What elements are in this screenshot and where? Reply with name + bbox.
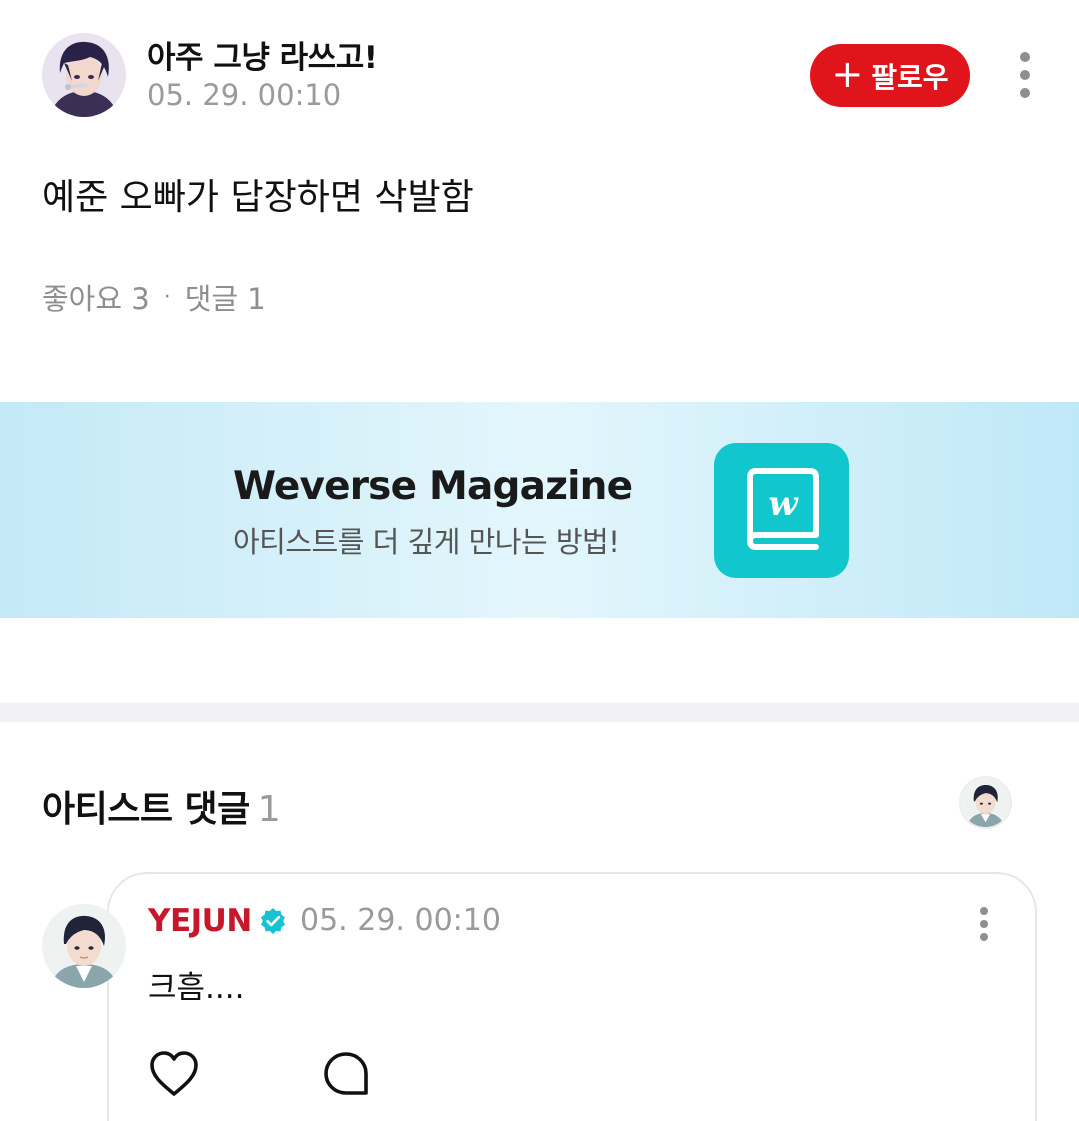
more-options-icon[interactable] — [1015, 52, 1035, 98]
post-detail-screen: 아주 그냥 라쓰고! 05. 29. 00:10 + 팔로우 예준 오빠가 답장… — [0, 0, 1079, 1121]
comment-timestamp: 05. 29. 00:10 — [300, 903, 501, 938]
post-timestamp: 05. 29. 00:10 — [147, 78, 342, 112]
follow-button[interactable]: + 팔로우 — [810, 44, 970, 107]
comment-more-options-icon[interactable] — [974, 907, 994, 941]
plus-icon: + — [831, 51, 864, 96]
section-divider — [0, 703, 1079, 722]
svg-text:w: w — [768, 484, 799, 524]
banner-title: Weverse Magazine — [233, 464, 633, 509]
post-body: 예준 오빠가 답장하면 삭발함 — [42, 177, 474, 218]
author-avatar[interactable] — [42, 33, 126, 117]
artist-comments-title: 아티스트 댓글 1 — [42, 780, 281, 832]
artist-comments-count: 1 — [257, 789, 281, 830]
artist-comments-label: 아티스트 댓글 — [42, 789, 250, 830]
comment-bubble-icon[interactable] — [322, 1050, 370, 1098]
artist-name-label: YEJUN — [148, 903, 252, 939]
comments-count[interactable]: 댓글 1 — [185, 276, 266, 318]
comment-text: 크흠.... — [148, 970, 245, 1006]
post-stats: 좋아요 3 · 댓글 1 — [42, 276, 266, 318]
weverse-magazine-banner[interactable]: Weverse Magazine 아티스트를 더 깊게 만나는 방법! w — [0, 402, 1079, 618]
follow-label: 팔로우 — [871, 60, 949, 94]
likes-count[interactable]: 좋아요 3 — [42, 276, 150, 318]
verified-badge-icon — [260, 908, 285, 934]
artist-name[interactable]: YEJUN — [148, 903, 288, 939]
author-name[interactable]: 아주 그냥 라쓰고! — [147, 32, 378, 77]
artist-avatar[interactable] — [42, 904, 126, 988]
weverse-magazine-book-icon: w — [714, 443, 849, 578]
artist-avatar-small[interactable] — [959, 776, 1012, 829]
banner-subtitle: 아티스트를 더 깊게 만나는 방법! — [233, 525, 620, 559]
stats-separator: · — [163, 284, 171, 310]
heart-icon[interactable] — [148, 1050, 200, 1098]
